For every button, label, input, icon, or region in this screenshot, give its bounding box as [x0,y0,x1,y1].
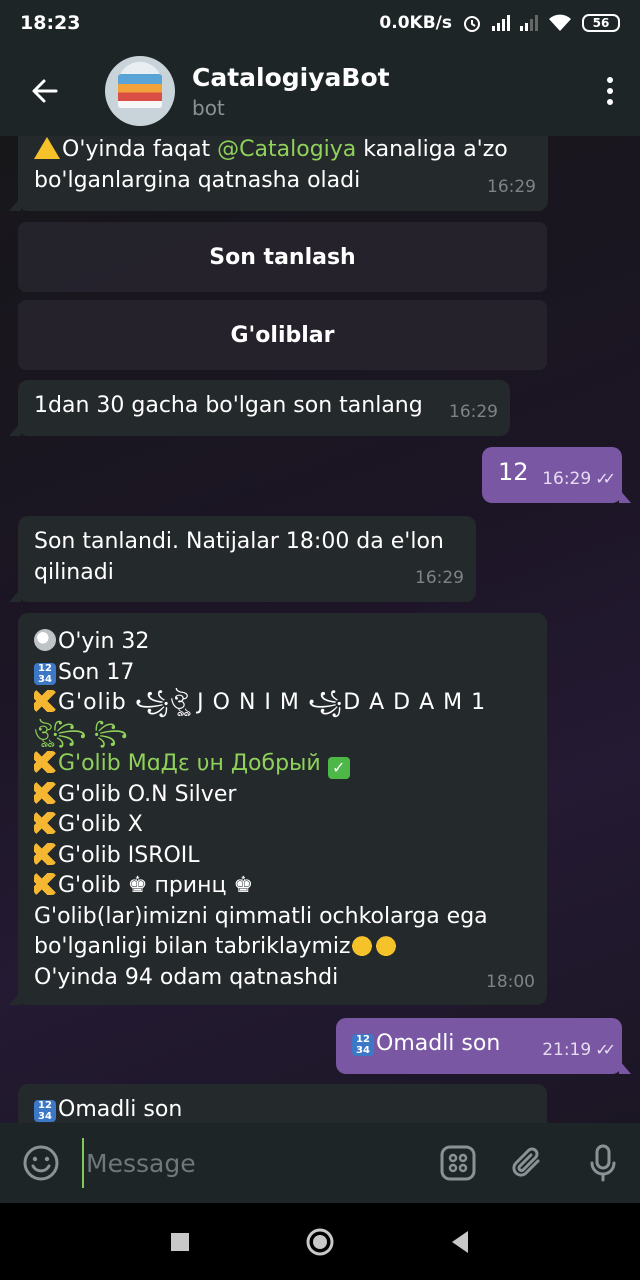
signal-icon [492,15,510,31]
winner-line: G'olib ISROIL [34,841,531,872]
ribbon-icon [34,690,56,712]
message-text: O'yinda faqat @Catalogiya kanaliga a'zo [34,136,532,165]
more-options-button[interactable] [580,46,640,136]
message-time: 18:00 [486,971,535,992]
inline-button-goliblar[interactable]: G'oliblar [18,300,547,370]
header-text[interactable]: CatalogiyaBot bot [192,63,580,120]
triangle-back-icon [452,1230,468,1253]
bot-commands-button[interactable] [426,1123,490,1203]
message-in-results[interactable]: O'yin 32 12 34 Son 17 G'olib ꧁ঔৣ J O N I M… [9,613,547,1005]
check-mark-icon: ✓ [327,757,350,779]
arrow-left-icon [32,79,58,103]
keyboard-grid-icon [440,1145,476,1181]
voice-message-button[interactable] [566,1123,640,1203]
message-in[interactable]: 12 34 Omadli son [18,1084,547,1123]
message-text: bo'lganlargina qatnasha oladi [34,168,361,193]
winner-line: G'olib ♚ принц ♚ [34,871,531,902]
recents-button[interactable] [150,1212,210,1272]
net-speed: 0.0KB/s [379,13,452,33]
more-dot-icon [607,99,613,105]
ribbon-icon [34,781,56,804]
message-text: Omadli son [376,1031,501,1056]
chat-header: CatalogiyaBot bot [0,46,640,136]
winner-line: G'olib O.N Silver [34,780,531,811]
message-time: 16:29 [487,177,536,197]
congrats-line: G'olib(lar)imizni qimmatli ochkolarga eg… [34,903,488,929]
message-out[interactable]: 12 16:29 ✓✓ [482,447,631,503]
status-bar: 18:23 0.0KB/s 56 [0,0,640,46]
system-nav-bar [0,1203,640,1280]
paperclip-icon [512,1147,540,1177]
winner-line: G'olib ꧁ঔৣ J O N I M ꧁D A D A M 1 [34,688,531,719]
wifi-icon [549,14,571,31]
microphone-icon [590,1144,616,1182]
message-text: 1dan 30 gacha bo'lgan son tanlang [34,393,423,418]
emoji-button[interactable] [0,1123,82,1203]
chat-title: CatalogiyaBot [192,62,390,92]
channel-mention-link[interactable]: @Catalogiya [217,137,356,162]
game-number-line: O'yin 32 [34,627,531,658]
congrats-line: bo'lganligi bilan tabriklaymiz [34,932,531,963]
more-dot-icon [607,77,613,83]
winner-line: G'olib МɑДε υн Добрый ✓ [34,749,531,780]
smiley-icon [23,1145,59,1181]
message-time: 16:29 ✓✓ [542,463,616,495]
message-in[interactable]: Son tanlandi. Natijalar 18:00 da e'lon q… [9,516,476,602]
warning-icon [34,137,60,159]
message-time: 16:29 [449,402,498,422]
numbers-icon: 12 34 [34,662,56,685]
ribbon-icon [34,842,56,865]
message-input[interactable] [82,1138,426,1188]
clapping-hands-icon [374,934,397,956]
numbers-icon: 12 34 [34,1100,56,1122]
white-circle-icon [34,629,56,651]
ribbon-icon [34,873,56,895]
double-check-icon: ✓✓ [595,1040,616,1059]
alarm-icon [464,16,480,32]
status-time: 18:23 [20,12,81,34]
winner-line-cont: ঔৣ꧂ ꧂ [34,720,128,746]
home-button[interactable] [290,1212,350,1272]
signal-2-icon [520,15,538,31]
double-check-icon: ✓✓ [595,469,616,488]
message-in[interactable]: O'yinda faqat @Catalogiya kanaliga a'zo … [9,136,548,211]
battery-indicator: 56 [582,14,620,32]
back-nav-button[interactable] [430,1212,490,1272]
more-dot-icon [607,88,613,94]
message-composer [0,1123,640,1203]
chat-history[interactable]: O'yinda faqat @Catalogiya kanaliga a'zo … [0,136,640,1123]
message-time: 16:29 [415,568,464,588]
attach-button[interactable] [490,1123,566,1203]
square-icon [171,1232,189,1251]
chosen-number-line: 12 34 Son 17 [34,658,531,689]
circle-icon [306,1228,334,1255]
status-icons: 0.0KB/s 56 [379,13,620,33]
bot-avatar[interactable] [105,56,175,126]
message-in[interactable]: 1dan 30 gacha bo'lgan son tanlang 16:29 [9,380,510,436]
back-button[interactable] [0,46,90,136]
ribbon-icon [34,812,56,834]
message-text: Son tanlandi. Natijalar 18:00 da e'lon [34,529,444,554]
ribbon-icon [34,751,56,773]
numbers-icon: 12 34 [352,1034,374,1056]
chat-subtitle: bot [192,95,225,120]
message-text: Omadli son [58,1097,183,1122]
participants-line: O'yinda 94 odam qatnashdi [34,964,339,990]
message-text: qilinadi [34,560,114,585]
message-text: 12 [498,458,529,486]
message-time: 21:19 ✓✓ [542,1034,616,1066]
clapping-hands-icon [350,934,373,956]
catalog-book-icon [118,74,162,108]
message-out[interactable]: 12 34 Omadli son 21:19 ✓✓ [336,1018,631,1074]
winner-line: G'olib X [34,810,531,841]
inline-button-son-tanlash[interactable]: Son tanlash [18,222,547,292]
